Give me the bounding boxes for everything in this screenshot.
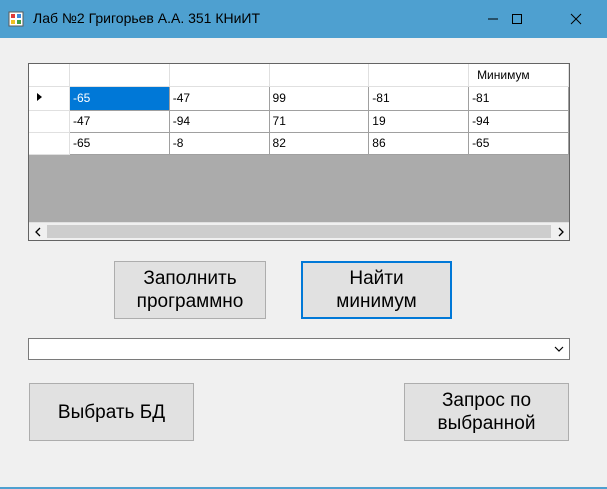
maximize-button[interactable] (494, 0, 540, 38)
row-header[interactable] (29, 110, 70, 133)
column-header[interactable] (69, 64, 170, 87)
scroll-right-button[interactable] (552, 223, 569, 240)
grid-cell[interactable]: 71 (269, 110, 370, 133)
choose-db-button[interactable]: Выбрать БД (29, 383, 194, 441)
table-row[interactable]: -47 -94 71 19 -94 (29, 110, 569, 133)
chevron-left-icon (34, 227, 40, 236)
window-title: Лаб №2 Григорьев А.А. 351 КНиИТ (33, 10, 261, 26)
chevron-down-icon (554, 346, 564, 352)
column-header[interactable] (368, 64, 470, 87)
grid-cell[interactable]: -81 (468, 86, 569, 111)
grid-cell[interactable]: -65 (69, 132, 170, 155)
grid-cell[interactable]: -47 (169, 86, 270, 111)
grid-cell[interactable]: 99 (269, 86, 370, 111)
close-icon (570, 13, 582, 25)
grid-corner[interactable] (29, 64, 70, 87)
column-header[interactable] (269, 64, 370, 87)
grid-cell[interactable]: -47 (69, 110, 170, 133)
grid-cell[interactable]: 19 (368, 110, 470, 133)
grid-cell-selected[interactable]: -65 (69, 86, 170, 111)
grid-cell[interactable]: -94 (468, 110, 569, 133)
grid-cell[interactable]: -65 (468, 132, 569, 155)
scrollbar-thumb[interactable] (47, 225, 551, 238)
data-grid[interactable]: Минимум -65 -47 99 -81 -81 -47 -94 71 19… (28, 63, 570, 241)
grid-cell[interactable]: 82 (269, 132, 370, 155)
app-icon (8, 11, 24, 27)
scroll-left-button[interactable] (29, 223, 46, 240)
grid-cell[interactable]: -8 (169, 132, 270, 155)
maximize-icon (512, 14, 522, 24)
column-header[interactable] (169, 64, 270, 87)
row-header[interactable] (29, 86, 70, 111)
table-row[interactable]: -65 -47 99 -81 -81 (29, 86, 569, 111)
chevron-right-icon (558, 227, 564, 236)
column-header-minimum[interactable]: Минимум (468, 64, 569, 87)
current-row-arrow-icon (37, 92, 42, 101)
grid-table: Минимум -65 -47 99 -81 -81 -47 -94 71 19… (29, 64, 569, 155)
fill-programmatically-button[interactable]: Заполнить программно (114, 261, 266, 319)
table-row[interactable]: -65 -8 82 86 -65 (29, 132, 569, 155)
grid-cell[interactable]: -94 (169, 110, 270, 133)
grid-cell[interactable]: -81 (368, 86, 470, 111)
grid-header-row: Минимум (29, 64, 569, 87)
close-button[interactable] (553, 0, 599, 38)
grid-cell[interactable]: 86 (368, 132, 470, 155)
find-minimum-button[interactable]: Найти минимум (301, 261, 452, 319)
horizontal-scrollbar[interactable] (29, 222, 569, 240)
title-bar[interactable]: Лаб №2 Григорьев А.А. 351 КНиИТ (0, 0, 607, 38)
database-select[interactable] (28, 338, 570, 360)
row-header[interactable] (29, 132, 70, 155)
query-selected-button[interactable]: Запрос по выбранной (404, 383, 569, 441)
